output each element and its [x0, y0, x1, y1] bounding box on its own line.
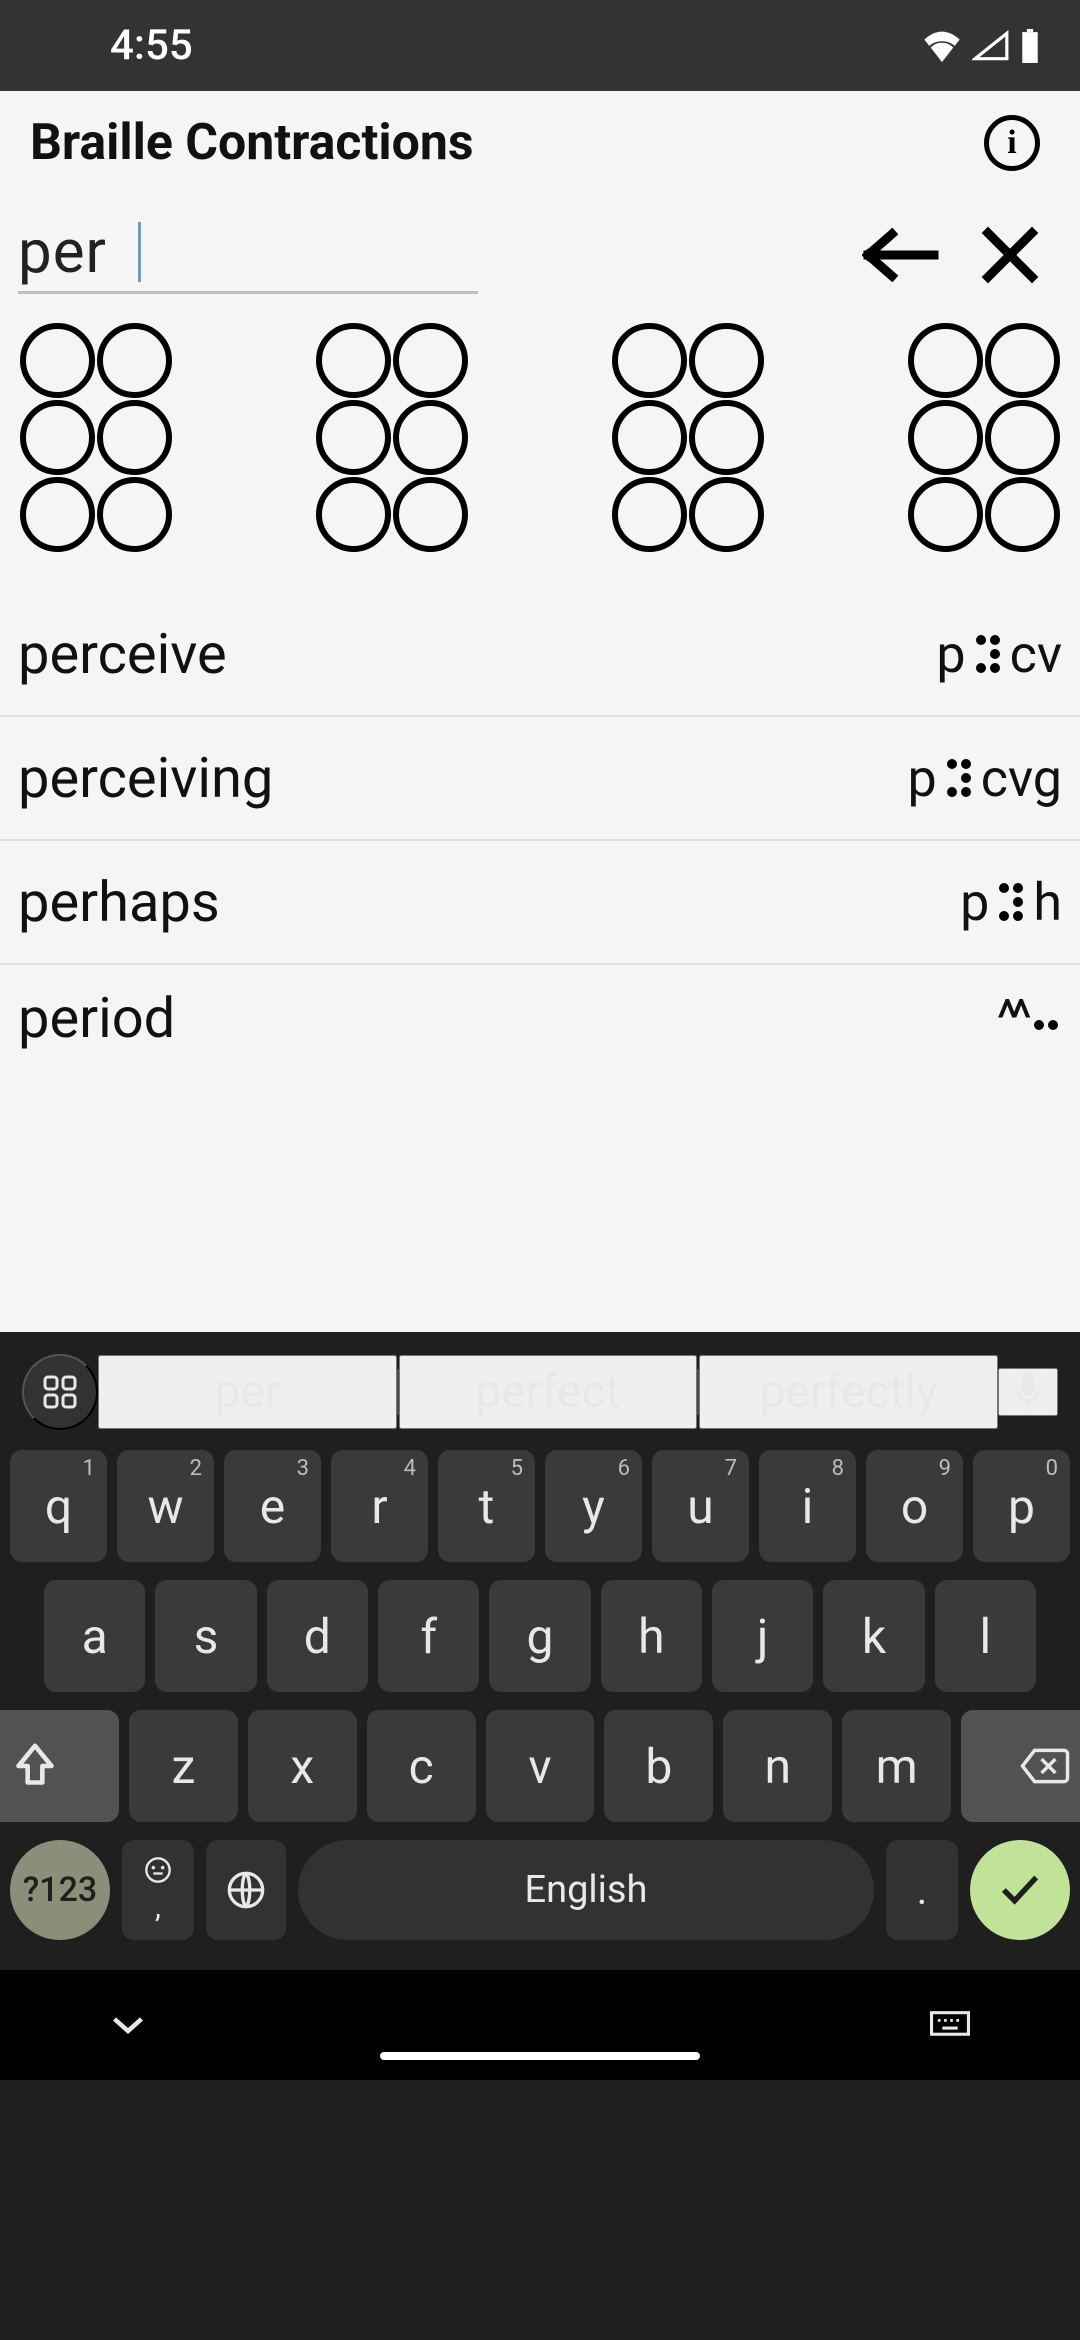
globe-icon	[226, 1870, 266, 1910]
backspace-icon	[1019, 1746, 1071, 1786]
braille-glyph-icon	[947, 759, 971, 797]
language-key[interactable]	[206, 1840, 286, 1940]
key-o[interactable]: o9	[866, 1450, 963, 1562]
backspace-key[interactable]	[961, 1710, 1080, 1822]
key-row-3: zxcvbnm	[10, 1710, 1070, 1822]
braille-glyph-icon	[1034, 1006, 1058, 1030]
keyboard: per perfect perfectly q1w2e3r4t5y6u7i8o9…	[0, 1332, 1080, 2340]
info-icon: i	[1007, 124, 1016, 162]
key-n[interactable]: n	[723, 1710, 832, 1822]
search-input[interactable]	[18, 216, 478, 287]
result-contraction: ^^	[997, 985, 1062, 1051]
app-header: Braille Contractions i	[0, 91, 1080, 195]
text-caret	[138, 222, 141, 282]
arrow-left-icon	[862, 228, 940, 282]
enter-key[interactable]	[970, 1840, 1070, 1940]
keyboard-switch-button[interactable]	[920, 2001, 980, 2049]
status-time: 4:55	[110, 21, 193, 70]
chevron-down-icon	[110, 2013, 146, 2037]
key-e[interactable]: e3	[224, 1450, 321, 1562]
braille-cell[interactable]	[20, 323, 172, 552]
braille-cell[interactable]	[316, 323, 468, 552]
key-c[interactable]: c	[367, 1710, 476, 1822]
key-row-2: asdfghjkl	[10, 1580, 1070, 1692]
emoji-icon	[144, 1856, 172, 1884]
shift-icon	[13, 1742, 57, 1790]
mic-icon	[1010, 1370, 1046, 1414]
result-word: perhaps	[18, 869, 220, 935]
braille-cell[interactable]	[908, 323, 1060, 552]
result-item[interactable]: perceiving p cvg	[0, 717, 1080, 841]
key-b[interactable]: b	[604, 1710, 713, 1822]
result-item[interactable]: perhaps p h	[0, 841, 1080, 965]
wifi-icon	[922, 30, 962, 62]
key-r[interactable]: r4	[331, 1450, 428, 1562]
braille-display[interactable]	[0, 295, 1080, 592]
period-key[interactable]: .	[886, 1840, 958, 1940]
close-icon	[980, 225, 1040, 285]
key-j[interactable]: j	[712, 1580, 813, 1692]
suggestion-bar: per perfect perfectly	[0, 1348, 1080, 1450]
result-item[interactable]: perceive p cv	[0, 592, 1080, 717]
result-item[interactable]: period ^^	[0, 965, 1080, 1051]
key-w[interactable]: w2	[117, 1450, 214, 1562]
info-button[interactable]: i	[984, 115, 1040, 171]
key-u[interactable]: u7	[652, 1450, 749, 1562]
search-row	[0, 195, 1080, 295]
key-k[interactable]: k	[823, 1580, 924, 1692]
result-contraction: p cvg	[908, 748, 1062, 809]
key-z[interactable]: z	[129, 1710, 238, 1822]
suggestion[interactable]: perfect	[399, 1355, 698, 1429]
suggestion[interactable]: perfectly	[699, 1355, 998, 1429]
key-t[interactable]: t5	[438, 1450, 535, 1562]
key-v[interactable]: v	[486, 1710, 595, 1822]
key-a[interactable]: a	[44, 1580, 145, 1692]
key-row-bottom: ?123 , English .	[0, 1840, 1080, 1940]
key-m[interactable]: m	[842, 1710, 951, 1822]
key-p[interactable]: p0	[973, 1450, 1070, 1562]
key-g[interactable]: g	[489, 1580, 590, 1692]
key-s[interactable]: s	[155, 1580, 256, 1692]
keyboard-icon	[930, 2011, 970, 2039]
key-rows: q1w2e3r4t5y6u7i8o9p0 asdfghjkl zxcvbnm	[0, 1450, 1080, 1822]
result-word: perceiving	[18, 745, 273, 811]
numsym-key[interactable]: ?123	[10, 1840, 110, 1940]
key-i[interactable]: i8	[759, 1450, 856, 1562]
result-word: perceive	[18, 621, 227, 687]
braille-glyph-icon	[976, 635, 1000, 673]
signal-icon	[972, 30, 1010, 62]
grid-icon	[42, 1374, 78, 1410]
search-input-wrap[interactable]	[18, 216, 478, 294]
braille-cell[interactable]	[612, 323, 764, 552]
keyboard-tools-button[interactable]	[22, 1354, 98, 1430]
clear-button[interactable]	[970, 215, 1050, 295]
status-bar: 4:55	[0, 0, 1080, 91]
suggestion[interactable]: per	[98, 1355, 397, 1429]
result-word: period	[18, 985, 175, 1051]
key-x[interactable]: x	[248, 1710, 357, 1822]
nav-bar	[0, 1970, 1080, 2080]
space-key[interactable]: English	[298, 1840, 874, 1940]
shift-key[interactable]	[0, 1710, 119, 1822]
braille-glyph-icon	[999, 883, 1023, 921]
key-l[interactable]: l	[935, 1580, 1036, 1692]
key-y[interactable]: y6	[545, 1450, 642, 1562]
result-contraction: p cv	[936, 624, 1062, 685]
emoji-comma-key[interactable]: ,	[122, 1840, 194, 1940]
key-f[interactable]: f	[378, 1580, 479, 1692]
back-button[interactable]	[852, 218, 950, 292]
key-d[interactable]: d	[267, 1580, 368, 1692]
status-icons	[922, 29, 1040, 63]
page-title: Braille Contractions	[30, 114, 474, 172]
key-q[interactable]: q1	[10, 1450, 107, 1562]
result-contraction: p h	[960, 872, 1062, 933]
voice-input-button[interactable]	[998, 1368, 1058, 1416]
key-row-1: q1w2e3r4t5y6u7i8o9p0	[10, 1450, 1070, 1562]
nav-handle[interactable]	[380, 2052, 700, 2060]
results-list[interactable]: perceive p cv perceiving p cvg perhaps p…	[0, 592, 1080, 1332]
key-h[interactable]: h	[601, 1580, 702, 1692]
hide-keyboard-button[interactable]	[100, 2003, 156, 2047]
battery-icon	[1020, 29, 1040, 63]
check-icon	[998, 1872, 1042, 1908]
